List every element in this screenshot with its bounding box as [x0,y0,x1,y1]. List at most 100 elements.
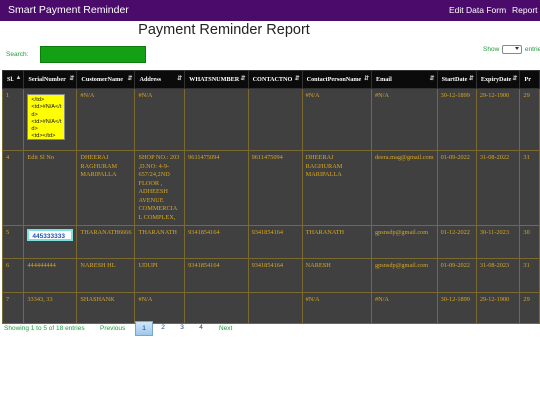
cell-person: THARANATH [301,225,372,259]
col-header-sl[interactable]: Sl. ▲ [1,70,25,89]
sort-icon: ⇵ [177,76,183,82]
cell-pr: 31 [519,258,540,293]
table-row: 4 Edit Sl No DHEERAJ RAGHURAM MARIPALLA … [1,150,540,226]
serial-code-field[interactable]: </td> <td>#N/A</td> <td>#N/A</td> <td></… [27,94,66,140]
sort-asc-icon: ▲ [15,75,22,81]
sort-icon: ⇵ [363,76,369,82]
cell-customer: DHEERAJ RAGHURAM MARIPALLA [76,150,136,226]
cell-contact [247,292,303,324]
col-header-whatsnumber[interactable]: WHATSNUMBER ⇵ [184,70,249,89]
table-row: 1 </td> <td>#N/A</td> <td>#N/A</td> <td>… [1,88,540,151]
cell-serial: 445333333 [23,225,78,259]
cell-person: #N/A [301,88,372,151]
sort-icon: ⇵ [240,76,246,82]
cell-sl: 5 [1,225,25,259]
cell-email: #N/A [370,88,438,151]
cell-customer: #N/A [76,88,136,151]
col-header-email[interactable]: Email ⇵ [370,70,438,89]
cell-start: 30-12-1899 [436,292,477,324]
col-header-contactperson[interactable]: ContactPersonName ⇵ [301,70,372,89]
cell-start: 30-12-1899 [436,88,477,151]
table-header-row: Sl. ▲ SerialNumber ⇵ CustomerName ⇵ Address… [1,70,540,89]
cell-expiry: 31-08-2022 [475,150,521,226]
cell-expiry: 31-08-2023 [475,258,521,293]
cell-whats: 9341854164 [184,225,249,259]
col-header-startdate[interactable]: StartDate ⇵ [436,70,477,89]
cell-email: deera.mag@gmail.com [370,150,438,226]
cell-pr: 29 [519,88,540,151]
cell-contact: 9611475094 [247,150,303,226]
cell-whats [184,292,249,324]
report-table: Sl. ▲ SerialNumber ⇵ CustomerName ⇵ Address… [1,70,540,324]
cell-address: #N/A [134,292,186,324]
cell-expiry: 29-12-1900 [475,292,521,324]
cell-sl: 4 [1,150,25,226]
cell-serial[interactable]: Edit Sl No [23,150,78,226]
sort-icon: ⇵ [294,76,300,82]
col-header-pr[interactable]: Pr [519,70,540,89]
cell-serial[interactable]: 33343, 33 [23,292,78,324]
cell-person: DHEERAJ RAGHURAM MARIPALLA [301,150,372,226]
col-header-serial[interactable]: SerialNumber ⇵ [23,70,78,89]
sort-icon: ⇵ [468,76,474,82]
page-title: Payment Reminder Report [138,22,310,38]
cell-contact: 9341854164 [247,225,303,259]
entries-length-control: Show entries [483,45,540,54]
pagination-page-3[interactable]: 3 [173,321,191,336]
brand-title[interactable]: Smart Payment Reminder [8,4,129,16]
table-row: 5 445333333 THARANATH6666 THARANATH 9341… [1,225,540,259]
cell-address: UDUPI [134,258,186,293]
pagination-next[interactable]: Next [219,325,232,332]
cell-email: gpsnsdp@gmail.com [370,225,438,259]
cell-email: gpsnsdp@gmail.com [370,258,438,293]
cell-expiry: 30-11-2023 [475,225,521,259]
cell-address: SHOP NO.: 203 ,D.NO: 4-9-657/24,2ND FLOO… [134,150,186,226]
table-row: 6 444444444 NARESH HL UDUPI 9341854164 9… [1,258,540,293]
cell-sl: 6 [1,258,25,293]
cell-customer: THARANATH6666 [76,225,136,259]
top-navbar: Smart Payment Reminder Edit Data Form Re… [0,0,540,21]
sort-icon: ⇵ [127,76,133,82]
show-label: Show [483,46,500,54]
search-label: Search: [6,51,29,58]
cell-sl: 1 [1,88,25,151]
cell-pr: 31 [519,150,540,226]
cell-serial: </td> <td>#N/A</td> <td>#N/A</td> <td></… [23,88,78,151]
table-info: Showing 1 to 5 of 18 entries [4,325,85,332]
pagination-page-4[interactable]: 4 [192,321,210,336]
col-header-address[interactable]: Address ⇵ [134,70,186,89]
cell-customer: SHASHANK [76,292,136,324]
pagination-page-2[interactable]: 2 [154,321,172,336]
cell-email: #N/A [370,292,438,324]
search-input[interactable] [40,46,146,63]
cell-start: 01-09-2022 [436,150,477,226]
col-header-expirydate[interactable]: ExpiryDate ⇵ [475,70,521,89]
cell-start: 01-09-2022 [436,258,477,293]
cell-expiry: 29-12-1900 [475,88,521,151]
cell-pr: 30 [519,225,540,259]
sort-icon: ⇵ [69,76,75,82]
sort-icon: ⇵ [512,76,518,82]
entries-label: entries [524,46,540,54]
cell-whats: 9341854164 [184,258,249,293]
cell-contact: 9341854164 [247,258,303,293]
col-header-contactno[interactable]: CONTACTNO ⇵ [247,70,303,89]
sort-icon: ⇵ [429,76,435,82]
serial-input[interactable]: 445333333 [27,229,74,241]
cell-person: #N/A [301,292,372,324]
table-row: 7 33343, 33 SHASHANK #N/A #N/A #N/A 30-1… [1,292,540,324]
nav-edit-data-form[interactable]: Edit Data Form [449,5,506,15]
cell-sl: 7 [1,292,25,324]
cell-start: 01-12-2022 [436,225,477,259]
cell-pr: 29 [519,292,540,324]
pagination-previous[interactable]: Previous [100,325,125,332]
entries-select[interactable] [502,45,523,54]
cell-serial[interactable]: 444444444 [23,258,78,293]
col-header-customer[interactable]: CustomerName ⇵ [76,70,136,89]
cell-contact [247,88,303,151]
pagination-page-1[interactable]: 1 [135,321,153,336]
cell-whats: 9611475094 [184,150,249,226]
cell-address: THARANATH [134,225,186,259]
nav-report[interactable]: Report [512,5,538,15]
cell-customer: NARESH HL [76,258,136,293]
